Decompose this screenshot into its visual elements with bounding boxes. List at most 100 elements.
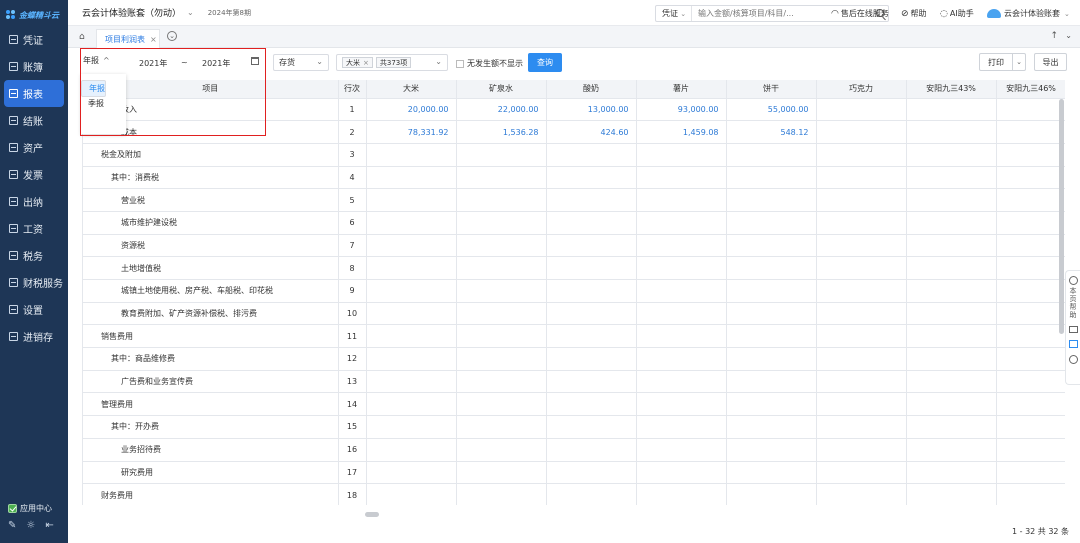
cell-value[interactable] bbox=[636, 483, 727, 505]
table-row[interactable]: 财务费用 18 bbox=[83, 483, 1065, 505]
cell-value[interactable] bbox=[456, 461, 547, 485]
cell-value[interactable] bbox=[816, 483, 907, 505]
cell-value[interactable] bbox=[996, 211, 1065, 235]
cell-value[interactable] bbox=[366, 143, 457, 167]
cell-value[interactable] bbox=[546, 415, 637, 439]
cell-value[interactable] bbox=[546, 166, 637, 190]
cell-value[interactable] bbox=[996, 392, 1065, 417]
cell-value[interactable] bbox=[996, 483, 1065, 505]
cell-value[interactable] bbox=[906, 120, 997, 144]
table-row[interactable]: 其中：商品维修费 12 bbox=[83, 347, 1065, 371]
cell-value[interactable] bbox=[726, 302, 817, 326]
sidebar-item-payroll[interactable]: 工资 bbox=[0, 215, 68, 242]
cell-value[interactable] bbox=[816, 256, 907, 280]
cell-value[interactable] bbox=[546, 143, 637, 167]
cell-value[interactable] bbox=[546, 347, 637, 371]
cell-value[interactable] bbox=[996, 415, 1065, 439]
cell-value[interactable] bbox=[456, 415, 547, 439]
vertical-scrollbar[interactable] bbox=[1059, 99, 1064, 334]
cell-value[interactable] bbox=[816, 438, 907, 462]
checkbox-icon[interactable] bbox=[456, 59, 464, 68]
cell-value[interactable] bbox=[816, 188, 907, 212]
cell-value[interactable] bbox=[816, 324, 907, 349]
cell-value[interactable] bbox=[636, 324, 727, 349]
column-header[interactable]: 大米 bbox=[366, 80, 457, 99]
sidebar-item-voucher[interactable]: 凭证 bbox=[0, 26, 68, 53]
app-center-link[interactable]: 应用中心 bbox=[8, 501, 64, 515]
cell-value[interactable] bbox=[726, 166, 817, 190]
table-row[interactable]: 营业税 5 bbox=[83, 188, 1065, 212]
category-select[interactable]: 存货 ⌄ bbox=[273, 54, 329, 71]
cell-value[interactable] bbox=[636, 370, 727, 394]
cell-value[interactable] bbox=[456, 483, 547, 505]
table-row[interactable]: 教育费附加、矿产资源补偿税、排污费 10 bbox=[83, 302, 1065, 326]
cell-value[interactable]: 548.12 bbox=[726, 120, 817, 144]
table-row[interactable]: 研究费用 17 bbox=[83, 461, 1065, 485]
cell-value[interactable] bbox=[816, 234, 907, 258]
cell-value[interactable] bbox=[816, 347, 907, 371]
column-header[interactable]: 饼干 bbox=[726, 80, 817, 99]
export-button[interactable]: 导出 bbox=[1034, 53, 1067, 71]
hide-zero-checkbox[interactable]: 无发生额不显示 bbox=[456, 58, 523, 69]
cell-value[interactable] bbox=[456, 324, 547, 349]
table-row[interactable]: 广告费和业务宣传费 13 bbox=[83, 370, 1065, 394]
cell-value[interactable] bbox=[726, 370, 817, 394]
sidebar-item-tax[interactable]: 税务 bbox=[0, 242, 68, 269]
cell-value[interactable] bbox=[366, 302, 457, 326]
cell-value[interactable] bbox=[456, 188, 547, 212]
cell-value[interactable] bbox=[816, 98, 907, 122]
chevron-down-icon[interactable]: ⌄ bbox=[1065, 31, 1072, 40]
column-header[interactable]: 安阳九三43% bbox=[906, 80, 997, 99]
cell-value[interactable] bbox=[366, 483, 457, 505]
collapse-icon[interactable]: ⇤ bbox=[45, 520, 53, 531]
cell-value[interactable] bbox=[546, 438, 637, 462]
cell-value[interactable] bbox=[726, 461, 817, 485]
account-name[interactable]: 云会计体验账套（勿动） bbox=[82, 6, 181, 19]
cell-value[interactable] bbox=[456, 143, 547, 167]
play-icon[interactable] bbox=[1068, 355, 1078, 364]
table-row[interactable]: 业务招待费 16 bbox=[83, 438, 1065, 462]
cell-value[interactable] bbox=[816, 143, 907, 167]
horizontal-scrollbar[interactable] bbox=[365, 512, 379, 517]
help-link[interactable]: ⊘ 帮助 bbox=[901, 8, 927, 19]
cell-value[interactable] bbox=[366, 166, 457, 190]
cell-value[interactable] bbox=[636, 415, 727, 439]
cell-value[interactable] bbox=[546, 483, 637, 505]
cell-value[interactable] bbox=[726, 234, 817, 258]
cell-value[interactable] bbox=[726, 211, 817, 235]
arrow-up-icon[interactable]: ↑ bbox=[1050, 31, 1058, 41]
cell-value[interactable] bbox=[996, 256, 1065, 280]
column-header[interactable]: 巧克力 bbox=[816, 80, 907, 99]
cell-value[interactable] bbox=[996, 279, 1065, 303]
cell-value[interactable] bbox=[456, 392, 547, 417]
column-header[interactable]: 行次 bbox=[338, 80, 367, 99]
cell-value[interactable] bbox=[636, 234, 727, 258]
online-service-link[interactable]: ◠ 售后在线服务 bbox=[831, 8, 889, 19]
sidebar-item-closing[interactable]: 结账 bbox=[0, 107, 68, 134]
cell-value[interactable] bbox=[366, 438, 457, 462]
cell-value[interactable] bbox=[816, 415, 907, 439]
gift-icon[interactable] bbox=[1068, 340, 1078, 348]
cell-value[interactable] bbox=[726, 324, 817, 349]
cell-value[interactable] bbox=[636, 188, 727, 212]
cell-value[interactable] bbox=[546, 370, 637, 394]
cell-value[interactable] bbox=[546, 234, 637, 258]
cell-value[interactable] bbox=[546, 461, 637, 485]
cell-value[interactable] bbox=[906, 188, 997, 212]
account-switch-icon[interactable]: ⌄ bbox=[187, 8, 194, 17]
cell-value[interactable] bbox=[546, 279, 637, 303]
cell-value[interactable] bbox=[366, 392, 457, 417]
cell-value[interactable] bbox=[996, 461, 1065, 485]
cell-value[interactable] bbox=[546, 392, 637, 417]
cell-value[interactable] bbox=[726, 143, 817, 167]
chevron-down-icon[interactable]: ⌄ bbox=[1012, 54, 1025, 70]
cell-value[interactable] bbox=[816, 166, 907, 190]
table-row[interactable]: 城镇土地使用税、房产税、车船税、印花税 9 bbox=[83, 279, 1065, 303]
query-button[interactable]: 查询 bbox=[528, 53, 562, 72]
cell-value[interactable] bbox=[906, 211, 997, 235]
cell-value[interactable] bbox=[636, 347, 727, 371]
cell-value[interactable] bbox=[366, 234, 457, 258]
sidebar-item-ledger[interactable]: 账簿 bbox=[0, 53, 68, 80]
cell-value[interactable] bbox=[906, 438, 997, 462]
theme-icon[interactable]: ☼ bbox=[26, 520, 35, 531]
